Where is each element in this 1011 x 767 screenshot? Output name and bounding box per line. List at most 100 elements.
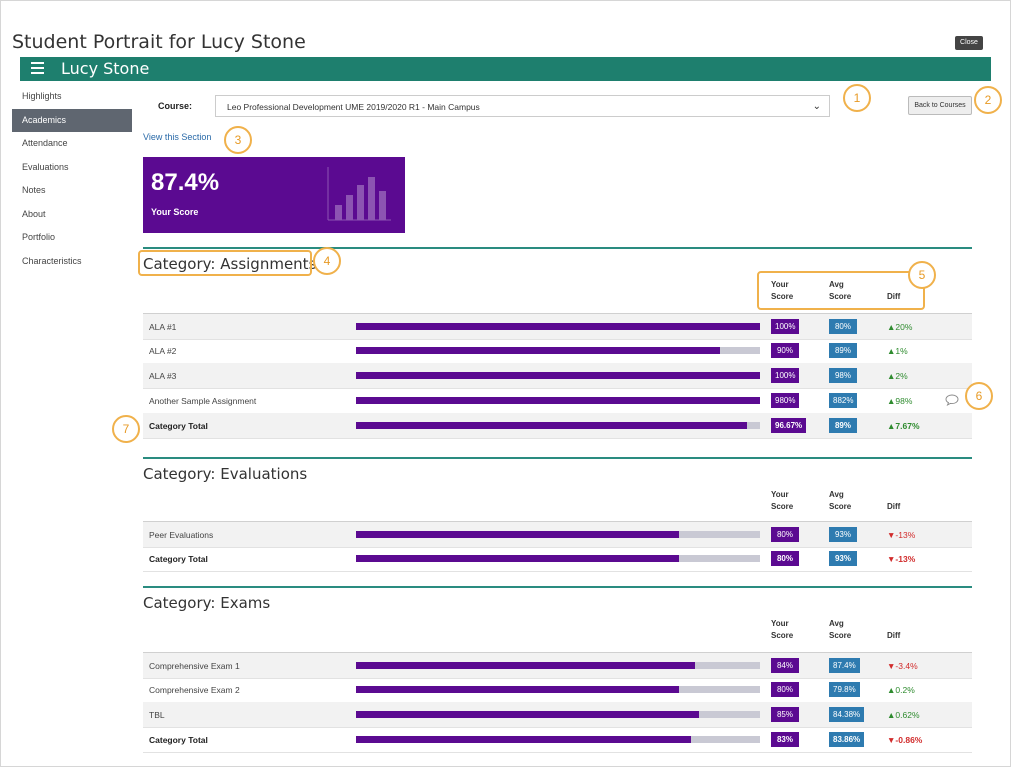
your-score-header-line: Score <box>771 502 794 511</box>
score-bar-track <box>356 555 760 562</box>
score-bar-fill <box>356 347 720 354</box>
score-bar-track <box>356 397 760 404</box>
score-row: Another Sample Assignment 980% 882% ▲98% <box>143 388 972 414</box>
your-score-badge: 84% <box>771 658 799 673</box>
score-bar-fill <box>356 531 680 538</box>
callout-highlight-category-title <box>138 250 312 276</box>
diff-text: -3.4% <box>895 661 918 671</box>
item-label: ALA #3 <box>149 371 177 381</box>
diff-text: 20% <box>895 322 913 332</box>
avg-score-badge: 89% <box>829 343 857 358</box>
score-bar-fill <box>356 555 680 562</box>
diff-text: 0.2% <box>895 685 915 695</box>
sidebar-item-portfolio[interactable]: Portfolio <box>12 226 132 250</box>
sidebar-item-highlights[interactable]: Highlights <box>12 85 132 109</box>
overall-score-value: 87.4% <box>151 169 220 196</box>
sidebar-item-evaluations[interactable]: Evaluations <box>12 156 132 180</box>
view-section-link[interactable]: View this Section <box>143 132 211 142</box>
callout-6: 6 <box>965 382 993 410</box>
your-score-header-line: Your <box>771 490 789 499</box>
sidebar-item-notes[interactable]: Notes <box>12 179 132 203</box>
your-score-header: Your Score <box>771 489 793 513</box>
your-score-badge: 100% <box>771 319 800 334</box>
your-score-badge: 80% <box>771 527 799 542</box>
diff-text: 7.67% <box>895 421 920 431</box>
bar-chart-icon <box>327 167 391 221</box>
sidebar-item-characteristics[interactable]: Characteristics <box>12 250 132 274</box>
score-bar-fill <box>356 397 760 404</box>
item-label: Another Sample Assignment <box>149 396 257 406</box>
your-score-badge: 85% <box>771 707 799 722</box>
avg-score-badge: 87.4% <box>829 658 860 673</box>
score-row: ALA #1 100% 80% ▲20% <box>143 313 972 340</box>
item-label: ALA #2 <box>149 346 177 356</box>
avg-score-badge: 83.86% <box>829 732 865 747</box>
category-total-row: Category Total 83% 83.86% ▼-0.86% <box>143 727 972 753</box>
diff-text: -13% <box>895 554 916 564</box>
avg-score-header-line: Score <box>829 502 852 511</box>
chevron-down-icon: ⌄ <box>812 101 821 112</box>
category-total-label: Category Total <box>149 735 208 745</box>
category-total-label: Category Total <box>149 421 208 431</box>
item-label: Comprehensive Exam 2 <box>149 685 240 695</box>
category-total-row: Category Total 80% 93% ▼-13% <box>143 546 972 572</box>
diff-value: ▼-0.86% <box>887 735 922 745</box>
diff-header: Diff <box>887 618 900 642</box>
diff-text: -0.86% <box>895 735 923 745</box>
diff-value: ▲0.2% <box>887 685 915 695</box>
diff-value: ▲2% <box>887 371 908 381</box>
score-row: ALA #3 100% 98% ▲2% <box>143 363 972 389</box>
your-score-header: Your Score <box>771 618 793 642</box>
score-bar-fill <box>356 736 692 743</box>
diff-text: 98% <box>895 396 913 406</box>
your-score-badge: 980% <box>771 393 800 408</box>
avg-score-header-line: Score <box>829 631 852 640</box>
avg-score-header: Avg Score <box>829 618 851 642</box>
close-button[interactable]: Close <box>955 36 983 50</box>
score-bar-track <box>356 736 760 743</box>
avg-score-header: Avg Score <box>829 489 851 513</box>
course-select[interactable]: Leo Professional Development UME 2019/20… <box>215 95 830 117</box>
back-to-courses-button[interactable]: Back to Courses <box>908 96 972 115</box>
category-total-row: Category Total 96.67% 89% ▲7.67% <box>143 413 972 439</box>
score-bar-fill <box>356 422 747 429</box>
callout-2: 2 <box>974 86 1002 114</box>
avg-score-header-line: Avg <box>829 490 844 499</box>
diff-text: 0.62% <box>895 710 920 720</box>
page-title: Student Portrait for Lucy Stone <box>12 31 306 53</box>
sidebar-item-attendance[interactable]: Attendance <box>12 132 132 156</box>
your-score-badge: 83% <box>771 732 799 747</box>
diff-value: ▼-13% <box>887 530 915 540</box>
your-score-badge: 80% <box>771 551 799 566</box>
category-title: Category: Exams <box>143 594 271 612</box>
overall-score-caption: Your Score <box>151 207 199 217</box>
header-bar: Lucy Stone <box>20 57 991 81</box>
avg-score-badge: 80% <box>829 319 857 334</box>
avg-score-badge: 89% <box>829 418 857 433</box>
score-bar-track <box>356 347 760 354</box>
score-row: Comprehensive Exam 2 80% 79.8% ▲0.2% <box>143 677 972 703</box>
sidebar-item-about[interactable]: About <box>12 203 132 227</box>
your-score-header-line: Score <box>771 631 794 640</box>
score-row: ALA #2 90% 89% ▲1% <box>143 338 972 364</box>
score-bar-track <box>356 531 760 538</box>
diff-value: ▲1% <box>887 346 908 356</box>
score-bar-fill <box>356 662 696 669</box>
diff-value: ▲98% <box>887 396 912 406</box>
diff-header-line: Diff <box>887 631 901 640</box>
hamburger-menu-icon[interactable] <box>31 62 44 76</box>
avg-score-badge: 84.38% <box>829 707 865 722</box>
diff-text: 1% <box>895 346 908 356</box>
diff-header-line <box>887 618 900 630</box>
item-label: Peer Evaluations <box>149 530 214 540</box>
sidebar-item-academics[interactable]: Academics <box>12 108 132 132</box>
score-bar-fill <box>356 686 680 693</box>
item-label: ALA #1 <box>149 322 177 332</box>
category-section: Category: Exams Your Score Avg Score Diff Com… <box>143 586 972 753</box>
callout-4: 4 <box>313 247 341 275</box>
diff-text: 2% <box>895 371 908 381</box>
score-row: Peer Evaluations 80% 93% ▼-13% <box>143 521 972 548</box>
callout-3: 3 <box>224 126 252 154</box>
comment-icon[interactable] <box>945 394 959 406</box>
avg-score-header-line: Avg <box>829 619 844 628</box>
